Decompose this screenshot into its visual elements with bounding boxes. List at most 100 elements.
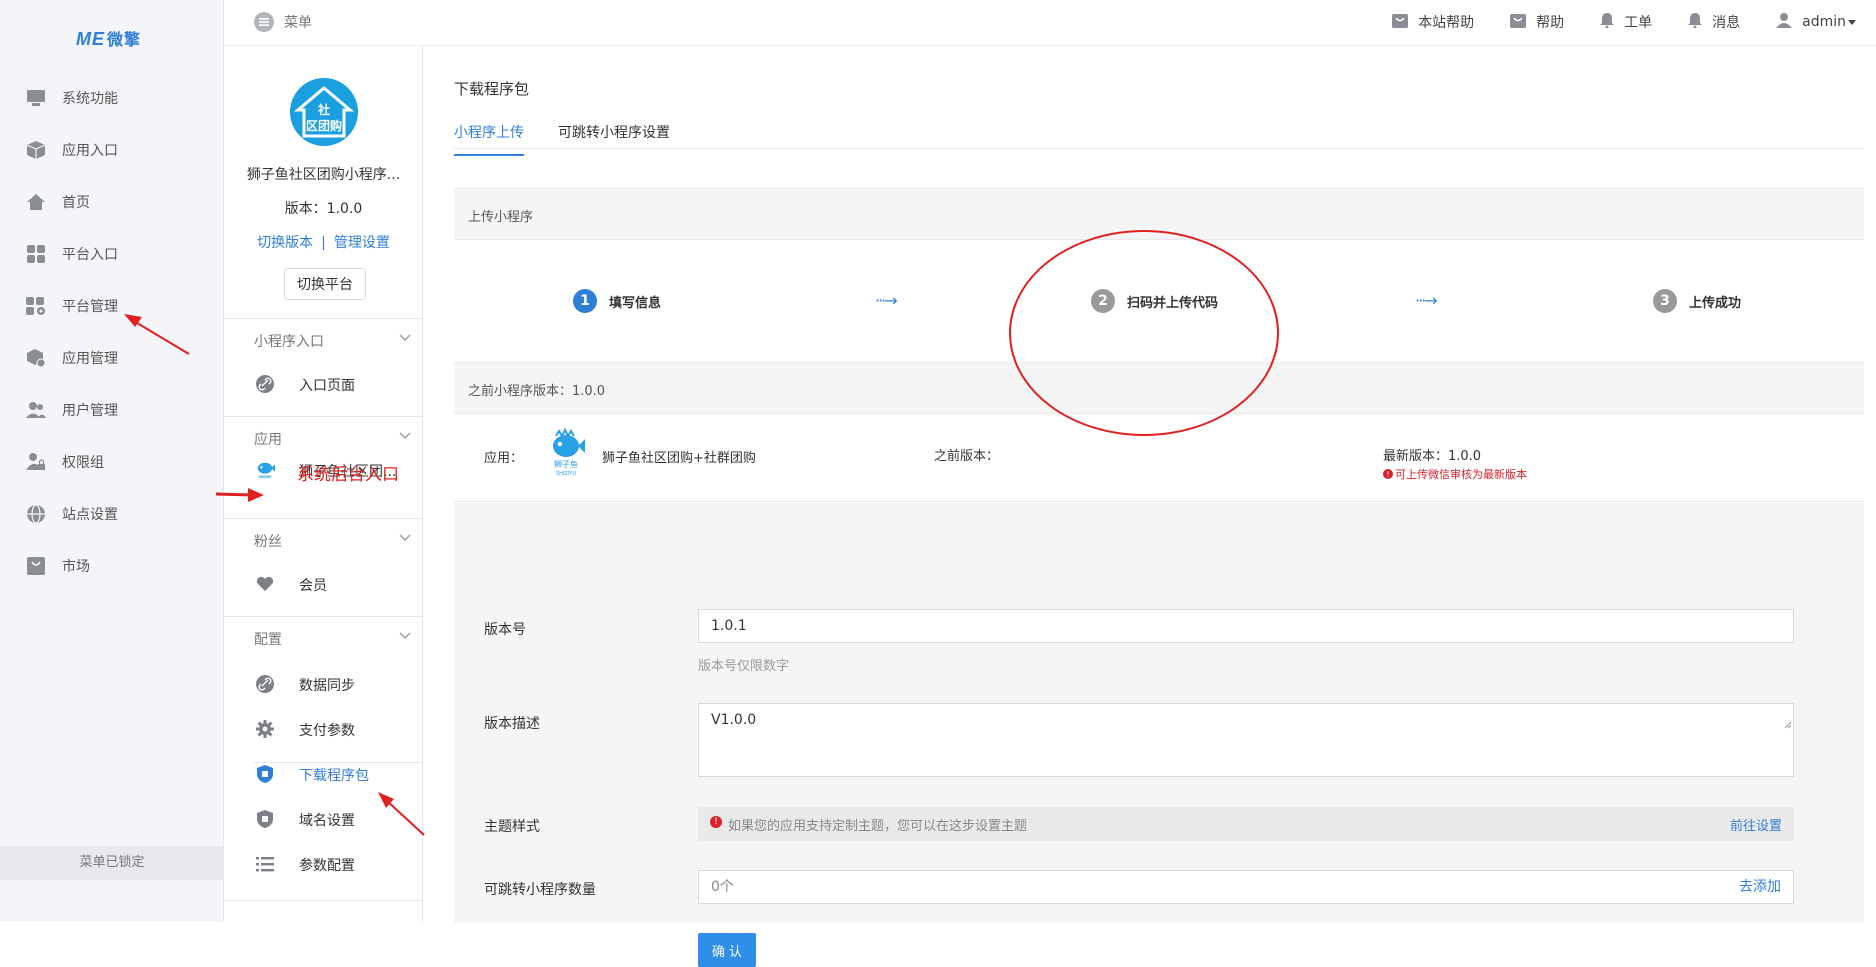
bell-icon [1600, 12, 1615, 32]
sub-item-pay-params[interactable]: 支付参数 [224, 709, 423, 749]
manage-settings-link[interactable]: 管理设置 [334, 235, 390, 251]
chevron-down-icon [399, 531, 411, 543]
switch-version-link[interactable]: 切换版本 [257, 235, 313, 251]
heart-icon [255, 574, 275, 594]
main-sidebar: ME 微擎 系统功能 应用入口 首页 平台入口 平台管理 应用管理 用户管理 权限… [0, 0, 224, 922]
sub-item-label: 支付参数 [299, 723, 355, 739]
theme-notice-bar: ! 如果您的应用支持定制主题，您可以在这步设置主题 前往设置 [698, 807, 1794, 841]
sub-item-domain-settings[interactable]: 域名设置 [224, 799, 423, 839]
nav-item-platform-management[interactable]: 平台管理 [0, 288, 224, 324]
nav-label: 权限组 [62, 455, 104, 471]
shield-icon [255, 764, 275, 784]
ticket-label: 工单 [1624, 15, 1653, 31]
version-input[interactable]: 1.0.1 [698, 609, 1794, 643]
go-add-link[interactable]: 去添加 [1739, 871, 1781, 903]
step-arrow-icon: ···→ [1415, 291, 1438, 310]
tab-mini-upload[interactable]: 小程序上传 [454, 122, 524, 156]
sub-item-data-sync[interactable]: 数据同步 [224, 664, 423, 704]
prev-version-label: 之前版本： [934, 449, 1000, 464]
nav-item-site-settings[interactable]: 站点设置 [0, 496, 224, 532]
app-logo-text-1: 社 [317, 102, 330, 117]
home-icon [26, 192, 46, 212]
menu-label: 菜单 [284, 15, 312, 31]
section-title: 配置 [254, 632, 282, 648]
section-title: 粉丝 [254, 534, 282, 550]
jump-count-value: 0个 [711, 879, 734, 895]
messages-link[interactable]: 消息 [1688, 12, 1740, 32]
box-icon [26, 140, 46, 160]
annotation-label: 系统后台入口 [297, 465, 399, 485]
app-version-row: 应用： 狮子鱼 SHIZIYU 狮子鱼社区团购+社群团购 之前版本： 最新版本：… [454, 414, 1864, 502]
menu-toggle[interactable]: 菜单 [254, 12, 312, 32]
chevron-down-icon [399, 429, 411, 441]
panel-title: 上传小程序 [468, 210, 534, 225]
help-link[interactable]: 帮助 [1510, 12, 1564, 32]
nav-label: 应用入口 [62, 143, 118, 159]
step-3: 3 上传成功 [1653, 289, 1741, 313]
switch-platform-button[interactable]: 切换平台 [284, 268, 366, 300]
nav-label: 首页 [62, 195, 90, 211]
nav-label: 系统功能 [62, 91, 118, 107]
step-arrow-icon: ···→ [875, 291, 898, 310]
sub-item-label: 域名设置 [299, 813, 355, 829]
nav-label: 用户管理 [62, 403, 118, 419]
username-label: admin [1802, 14, 1846, 30]
section-mini-entry[interactable]: 小程序入口 [224, 318, 423, 358]
user-icon [1776, 12, 1793, 32]
sub-item-entry-page[interactable]: 入口页面 [224, 364, 423, 404]
top-bar: 菜单 本站帮助 帮助 工单 消息 admin [224, 0, 1876, 46]
nav-item-market[interactable]: 市场 [0, 548, 224, 584]
go-settings-link[interactable]: 前往设置 [1730, 815, 1782, 834]
sub-item-download-package[interactable]: 下载程序包 [224, 754, 423, 794]
sub-item-param-config[interactable]: 参数配置 [224, 844, 423, 884]
monitor-icon [26, 88, 46, 108]
section-config[interactable]: 配置 [224, 616, 423, 656]
sub-item-label: 参数配置 [299, 858, 355, 874]
jump-count-label: 可跳转小程序数量 [484, 882, 596, 898]
messages-label: 消息 [1712, 15, 1741, 31]
section-fans[interactable]: 粉丝 [224, 518, 423, 558]
step-label: 上传成功 [1689, 295, 1742, 311]
resize-handle-icon[interactable] [1782, 718, 1792, 729]
site-help-link[interactable]: 本站帮助 [1392, 12, 1474, 32]
confirm-button[interactable]: 确 认 [698, 933, 756, 967]
tab-jump-mini-settings[interactable]: 可跳转小程序设置 [558, 122, 670, 154]
tab-bar: 小程序上传 可跳转小程序设置 [454, 106, 1864, 156]
nav-item-user-management[interactable]: 用户管理 [0, 392, 224, 428]
jump-count-field[interactable]: 0个 去添加 [698, 870, 1794, 904]
description-textarea[interactable]: V1.0.0 [698, 703, 1794, 777]
main-content: 下载程序包 小程序上传 可跳转小程序设置 上传小程序 1 填写信息 ···→ 2… [423, 46, 1876, 967]
nav-label: 平台管理 [62, 299, 118, 315]
user-lock-icon [26, 452, 46, 472]
nav-item-platform-entry[interactable]: 平台入口 [0, 236, 224, 272]
app-logo: 社 区团购 [290, 78, 358, 146]
bag-icon [1510, 12, 1527, 32]
chevron-down-icon [399, 331, 411, 343]
nav-label: 市场 [62, 559, 90, 575]
section-title: 应用 [254, 432, 282, 448]
app-logo-text-2: 区团购 [306, 118, 342, 133]
step-number: 1 [573, 289, 597, 313]
user-menu[interactable]: admin [1776, 12, 1856, 32]
nav-item-system-functions[interactable]: 系统功能 [0, 80, 224, 116]
ticket-link[interactable]: 工单 [1600, 12, 1652, 32]
list-icon [255, 854, 275, 874]
nav-item-app-entry[interactable]: 应用入口 [0, 132, 224, 168]
step-label: 扫码并上传代码 [1127, 295, 1219, 311]
theme-label: 主题样式 [484, 819, 540, 835]
menu-locked-indicator[interactable]: 菜单已锁定 [0, 846, 224, 880]
nav-item-permission-group[interactable]: 权限组 [0, 444, 224, 480]
app-version: 版本：1.0.0 [284, 201, 363, 217]
sub-item-label: 下载程序包 [299, 768, 369, 784]
chevron-down-icon [399, 629, 411, 641]
nav-item-app-management[interactable]: 应用管理 [0, 340, 224, 376]
step-number: 3 [1653, 289, 1677, 313]
step-number: 2 [1091, 289, 1115, 313]
globe-icon [26, 504, 46, 524]
logo-caption: 狮子鱼 [554, 459, 578, 469]
brand-logo[interactable]: ME 微擎 [76, 26, 141, 50]
link-icon [255, 374, 275, 394]
nav-item-home[interactable]: 首页 [0, 184, 224, 220]
sub-item-member[interactable]: 会员 [224, 564, 423, 604]
box-settings-icon [26, 348, 46, 368]
